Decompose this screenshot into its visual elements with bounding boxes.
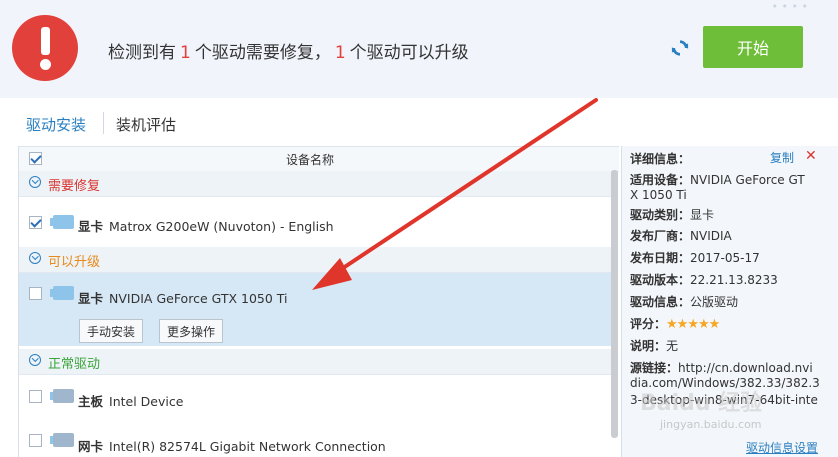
annotation-arrow bbox=[312, 98, 598, 290]
